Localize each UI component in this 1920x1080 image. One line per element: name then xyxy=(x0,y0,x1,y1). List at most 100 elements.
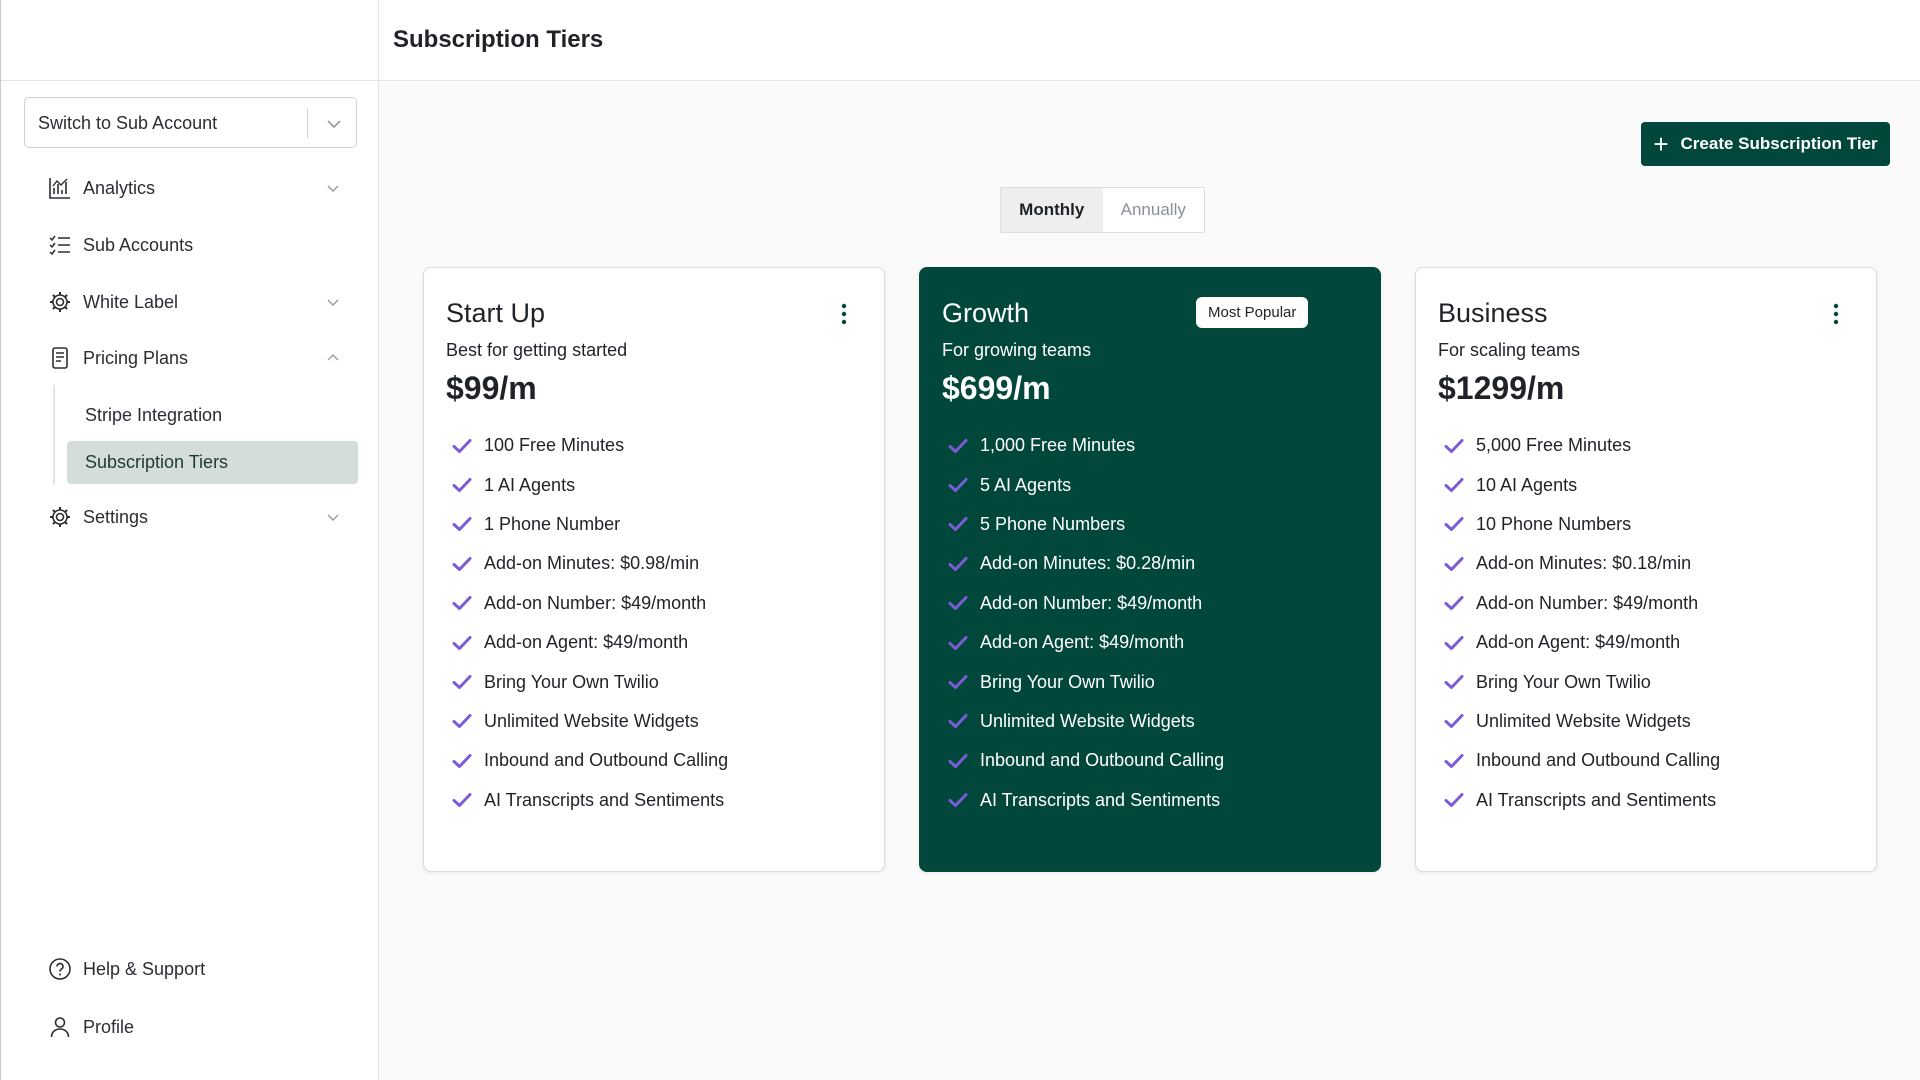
help-circle-icon xyxy=(47,956,73,982)
chevron-down-icon[interactable] xyxy=(325,180,341,196)
plan-feature-item: 5 AI Agents xyxy=(948,465,1224,504)
chevron-down-icon[interactable] xyxy=(325,294,341,310)
plan-feature-label: AI Transcripts and Sentiments xyxy=(1476,789,1717,810)
check-icon xyxy=(1444,675,1464,690)
check-icon xyxy=(452,793,472,808)
chevron-down-icon[interactable] xyxy=(325,509,341,525)
plan-feature-item: Add-on Minutes: $0.28/min xyxy=(948,544,1224,583)
select-divider xyxy=(307,109,308,138)
check-icon xyxy=(1444,478,1464,493)
plan-features: 1,000 Free Minutes 5 AI Agents 5 Phone Num… xyxy=(948,426,1224,820)
toggle-monthly[interactable]: Monthly xyxy=(1001,188,1103,232)
plan-feature-item: 5 Phone Numbers xyxy=(948,505,1224,544)
plan-feature-label: Unlimited Website Widgets xyxy=(980,710,1195,731)
plan-feature-label: Inbound and Outbound Calling xyxy=(1476,750,1721,771)
plan-description: Best for getting started xyxy=(446,340,628,360)
plan-feature-item: Add-on Agent: $49/month xyxy=(452,623,728,662)
check-icon xyxy=(948,556,968,571)
plan-feature-item: 5,000 Free Minutes xyxy=(1444,426,1720,465)
plan-feature-item: Unlimited Website Widgets xyxy=(948,702,1224,741)
plan-feature-label: Add-on Agent: $49/month xyxy=(1476,632,1681,653)
plan-feature-item: Add-on Number: $49/month xyxy=(948,584,1224,623)
plan-feature-label: Inbound and Outbound Calling xyxy=(980,750,1225,771)
plan-feature-label: Inbound and Outbound Calling xyxy=(484,750,729,771)
plan-feature-item: Unlimited Website Widgets xyxy=(1444,702,1720,741)
plan-description: For growing teams xyxy=(942,340,1092,360)
chevron-down-icon xyxy=(327,120,341,129)
plan-feature-item: 1 Phone Number xyxy=(452,505,728,544)
sidebar-item-analytics[interactable]: Analytics xyxy=(47,171,155,205)
plan-feature-label: AI Transcripts and Sentiments xyxy=(484,789,725,810)
sidebar-item-profile[interactable]: Profile xyxy=(47,1010,134,1044)
sidebar-item-sub-accounts[interactable]: Sub Accounts xyxy=(47,228,193,262)
plan-feature-label: Unlimited Website Widgets xyxy=(484,710,699,731)
check-icon xyxy=(948,478,968,493)
plan-feature-label: 100 Free Minutes xyxy=(484,435,625,456)
check-icon xyxy=(1444,753,1464,768)
plan-feature-item: 10 AI Agents xyxy=(1444,465,1720,504)
plan-price: $1299/m xyxy=(1438,370,1565,406)
plan-feature-item: 1 AI Agents xyxy=(452,465,728,504)
plan-feature-label: 10 Phone Numbers xyxy=(1476,513,1632,534)
plan-feature-label: Unlimited Website Widgets xyxy=(1476,710,1691,731)
check-icon xyxy=(948,635,968,650)
check-icon xyxy=(948,753,968,768)
plan-feature-item: Bring Your Own Twilio xyxy=(1444,662,1720,701)
plan-feature-item: 10 Phone Numbers xyxy=(1444,505,1720,544)
plan-feature-label: 5 AI Agents xyxy=(980,474,1072,495)
sidebar-item-pricing-plans[interactable]: Pricing Plans xyxy=(47,341,188,375)
create-subscription-tier-button[interactable]: + Create Subscription Tier xyxy=(1641,122,1890,166)
check-icon xyxy=(1444,596,1464,611)
plan-name: Start Up xyxy=(446,298,546,328)
plan-feature-label: 1 Phone Number xyxy=(484,513,621,534)
plan-feature-label: 5,000 Free Minutes xyxy=(1476,435,1632,456)
sidebar-item-settings[interactable]: Settings xyxy=(47,500,148,534)
plan-card-growth: Growth Most Popular For growing teams $6… xyxy=(919,267,1381,872)
plan-feature-item: Add-on Minutes: $0.18/min xyxy=(1444,544,1720,583)
toggle-annually[interactable]: Annually xyxy=(1103,188,1205,232)
more-vertical-icon[interactable] xyxy=(1832,303,1840,325)
most-popular-badge: Most Popular xyxy=(1196,297,1309,328)
sidebar-subitem-stripe-integration[interactable]: Stripe Integration xyxy=(67,394,358,437)
sidebar-item-help-support[interactable]: Help & Support xyxy=(47,952,205,986)
plan-feature-label: Add-on Agent: $49/month xyxy=(980,632,1185,653)
sidebar-item-label: Pricing Plans xyxy=(83,347,189,368)
plan-feature-item: Inbound and Outbound Calling xyxy=(1444,741,1720,780)
sidebar-item-white-label[interactable]: White Label xyxy=(47,285,178,319)
chevron-up-icon[interactable] xyxy=(325,350,341,366)
check-icon xyxy=(452,556,472,571)
page-title: Subscription Tiers xyxy=(393,26,604,53)
sidebar-logo-area xyxy=(1,0,378,81)
check-icon xyxy=(1444,517,1464,532)
plus-icon: + xyxy=(1653,129,1669,159)
plan-feature-label: 10 AI Agents xyxy=(1476,474,1578,495)
plan-feature-item: Add-on Agent: $49/month xyxy=(1444,623,1720,662)
gear-icon xyxy=(47,289,73,315)
switch-account-select[interactable]: Switch to Sub Account xyxy=(24,97,357,148)
check-icon xyxy=(452,517,472,532)
check-icon xyxy=(1444,714,1464,729)
plan-feature-label: AI Transcripts and Sentiments xyxy=(980,789,1221,810)
check-icon xyxy=(452,596,472,611)
plan-feature-item: 100 Free Minutes xyxy=(452,426,728,465)
more-vertical-icon[interactable] xyxy=(840,303,848,325)
sidebar-item-label: Analytics xyxy=(83,177,156,198)
plan-feature-item: Add-on Agent: $49/month xyxy=(948,623,1224,662)
plan-feature-label: Bring Your Own Twilio xyxy=(1476,671,1651,692)
plan-feature-item: AI Transcripts and Sentiments xyxy=(1444,781,1720,820)
check-icon xyxy=(452,753,472,768)
check-icon xyxy=(452,438,472,453)
plan-feature-label: Add-on Minutes: $0.28/min xyxy=(980,553,1196,574)
plan-name: Business xyxy=(1438,298,1548,328)
check-icon xyxy=(948,438,968,453)
plan-feature-label: Add-on Agent: $49/month xyxy=(484,632,689,653)
user-icon xyxy=(47,1014,73,1040)
checklist-icon xyxy=(47,232,73,258)
plan-features: 100 Free Minutes 1 AI Agents 1 Phone Numbe… xyxy=(452,426,728,820)
plan-feature-item: Add-on Number: $49/month xyxy=(452,584,728,623)
plan-feature-label: Bring Your Own Twilio xyxy=(980,671,1155,692)
check-icon xyxy=(452,675,472,690)
sidebar-subitem-subscription-tiers[interactable]: Subscription Tiers xyxy=(67,441,358,484)
topbar: Subscription Tiers xyxy=(379,0,1920,81)
plan-feature-label: Add-on Number: $49/month xyxy=(1476,592,1699,613)
